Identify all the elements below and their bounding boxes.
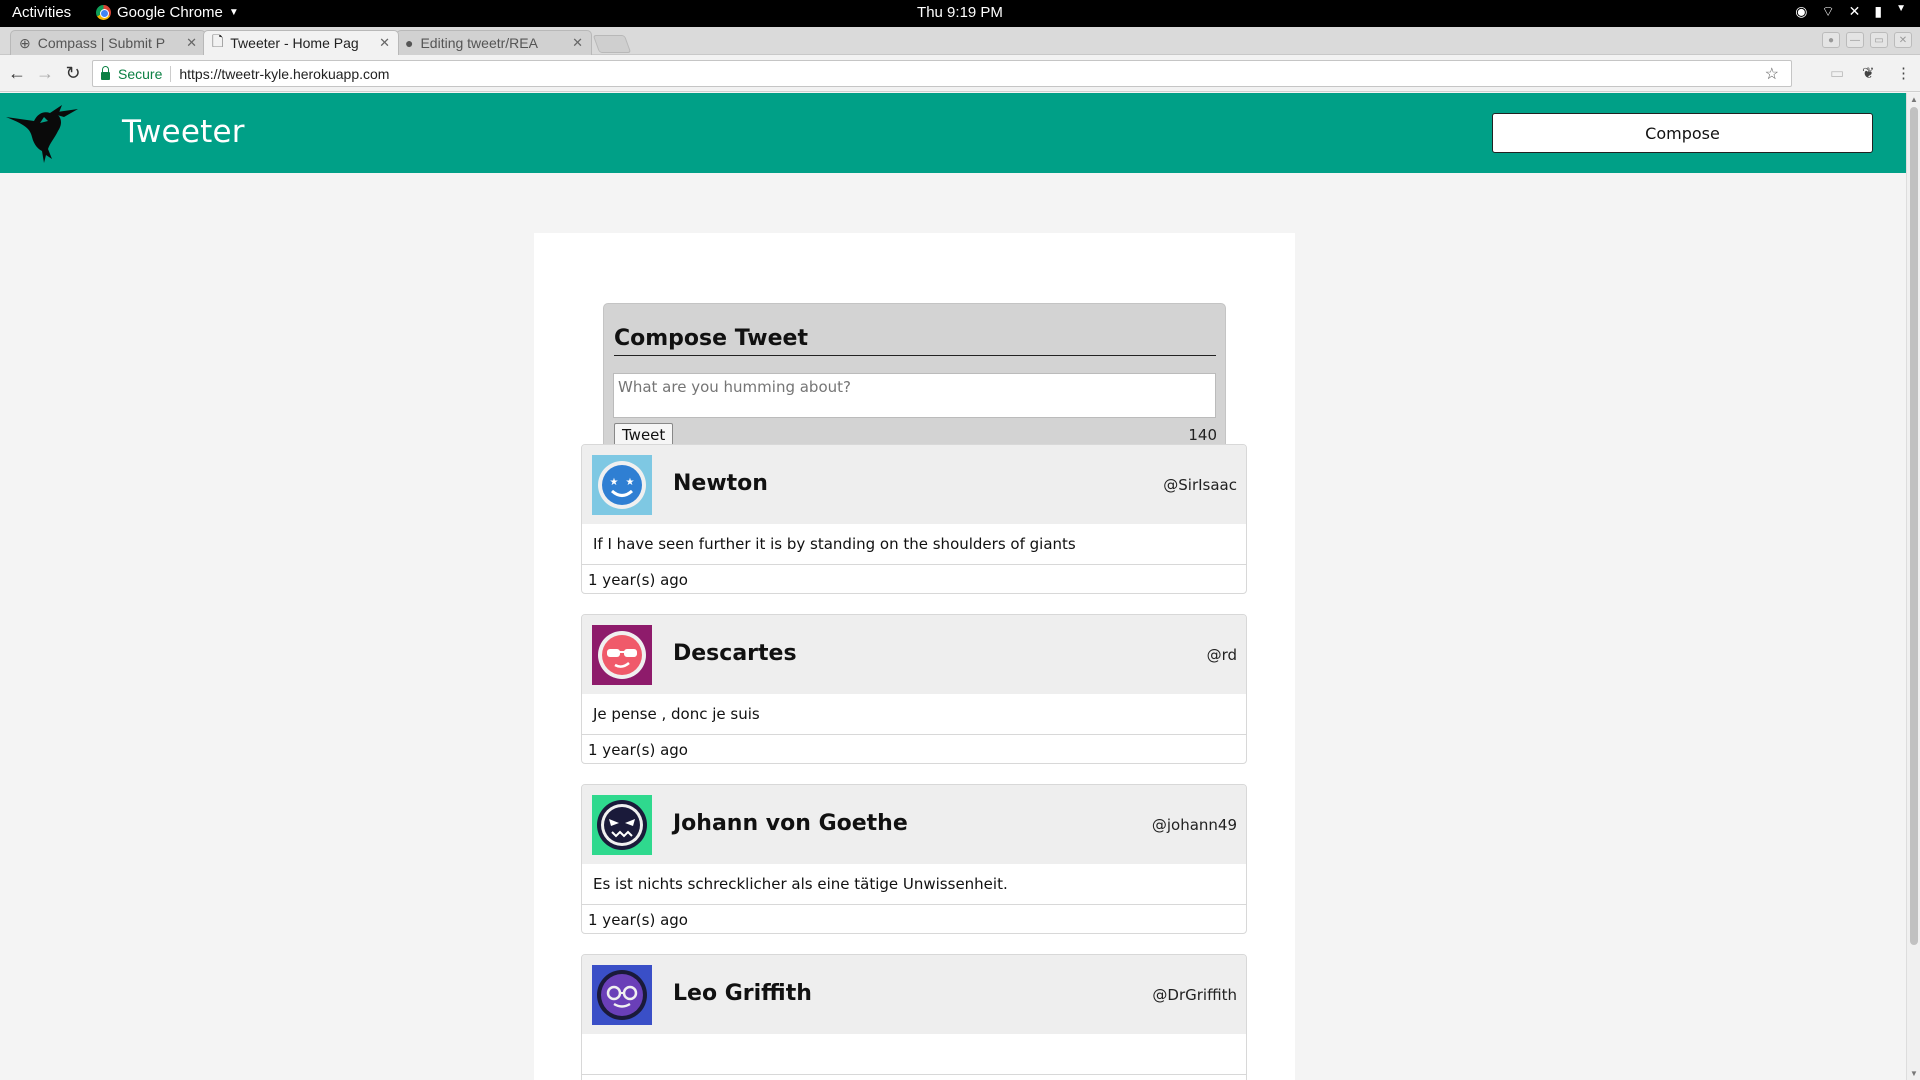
tweet-header: Johann von Goethe @johann49 — [582, 785, 1246, 864]
app-name: Google Chrome — [117, 4, 223, 21]
bookmark-star-icon[interactable]: ☆ — [1765, 64, 1779, 84]
tweet-text: Es ist nichts schrecklicher als eine tät… — [593, 875, 1008, 893]
tweet-timestamp: 1 year(s) ago — [588, 741, 688, 759]
avatar-sunglasses-icon — [592, 625, 652, 685]
tweet-footer — [582, 1074, 1246, 1080]
forward-button[interactable]: → — [34, 63, 56, 84]
tweet-timestamp: 1 year(s) ago — [588, 571, 688, 589]
tweet-timestamp: 1 year(s) ago — [588, 911, 688, 929]
address-bar[interactable]: Secure https://tweetr-kyle.herokuapp.com… — [92, 60, 1792, 87]
record-icon: ◉ — [1795, 3, 1808, 19]
compass-icon: ⊕ — [19, 34, 31, 51]
tweet-header: Descartes @rd — [582, 615, 1246, 694]
browser-toolbar: ← → ↻ Secure https://tweetr-kyle.herokua… — [0, 55, 1920, 92]
hummingbird-logo-icon — [6, 105, 78, 163]
reload-button[interactable]: ↻ — [62, 63, 84, 84]
tweet-header: Leo Griffith @DrGriffith — [582, 955, 1246, 1034]
tweet-author-name: Descartes — [673, 641, 797, 666]
tab-label: Tweeter - Home Pag — [230, 35, 359, 51]
tweet-footer: 1 year(s) ago — [582, 904, 1246, 933]
page-scrollbar[interactable]: ▲ ▼ — [1906, 93, 1920, 1080]
tweet-text: If I have seen further it is by standing… — [593, 535, 1076, 553]
compose-title: Compose Tweet — [614, 326, 1216, 356]
tweet-author-name: Newton — [673, 471, 768, 496]
close-icon[interactable]: ✕ — [186, 35, 197, 51]
svg-text:★: ★ — [626, 477, 635, 488]
compose-tweet-panel: Compose Tweet Tweet 140 — [603, 303, 1226, 459]
tab-strip: ⊕ Compass | Submit P ✕ 🗋 Tweeter - Home … — [0, 27, 1920, 55]
tweet-card: Johann von Goethe @johann49 Es ist nicht… — [581, 784, 1247, 934]
app-menu[interactable]: Google Chrome ▼ — [96, 4, 239, 21]
github-icon: ● — [405, 35, 414, 51]
avatar-glasses-icon — [592, 965, 652, 1025]
brand-title[interactable]: Tweeter — [122, 114, 245, 150]
chevron-down-icon: ▼ — [1896, 3, 1906, 14]
lock-icon — [101, 65, 110, 80]
clock[interactable]: Thu 9:19 PM — [0, 4, 1920, 21]
tab-label: Compass | Submit P — [37, 35, 166, 51]
tweet-author-name: Johann von Goethe — [673, 811, 908, 836]
menu-icon[interactable]: ⋮ — [1896, 64, 1911, 82]
tab-tweeter[interactable]: 🗋 Tweeter - Home Pag ✕ — [203, 30, 399, 55]
page-icon: 🗋 — [212, 33, 224, 49]
tweet-footer: 1 year(s) ago — [582, 734, 1246, 763]
tweet-author-handle: @johann49 — [1151, 816, 1237, 834]
tweet-author-handle: @DrGriffith — [1152, 986, 1237, 1004]
tweet-card: Leo Griffith @DrGriffith — [581, 954, 1247, 1080]
extension-icon[interactable]: ❦ — [1862, 64, 1875, 82]
tweet-author-handle: @SirIsaac — [1163, 476, 1237, 494]
tab-label: Editing tweetr/REA — [420, 35, 538, 51]
minimize-button[interactable]: — — [1846, 32, 1864, 48]
close-window-button[interactable]: ✕ — [1894, 32, 1912, 48]
chrome-icon — [96, 5, 111, 20]
tweet-author-handle: @rd — [1206, 646, 1237, 664]
compose-button[interactable]: Compose — [1492, 113, 1873, 153]
avatar-angry-face-icon — [592, 795, 652, 855]
system-tray[interactable]: ◉ ⌔ ✕ ▮ ▼ — [1795, 3, 1906, 21]
maximize-button[interactable]: ▭ — [1870, 32, 1888, 48]
wifi-icon: ⌔ — [1821, 3, 1835, 19]
back-button[interactable]: ← — [6, 63, 28, 84]
tab-compass[interactable]: ⊕ Compass | Submit P ✕ — [10, 30, 206, 55]
scroll-up-icon[interactable]: ▲ — [1910, 95, 1918, 104]
tweet-text: Je pense , donc je suis — [593, 705, 760, 723]
tweet-card: Descartes @rd Je pense , donc je suis 1 … — [581, 614, 1247, 764]
profile-icon[interactable]: ● — [1822, 32, 1840, 48]
character-counter: 140 — [1188, 426, 1217, 444]
tab-github[interactable]: ● Editing tweetr/REA ✕ — [396, 30, 592, 55]
system-top-bar: Activities Google Chrome ▼ Thu 9:19 PM ◉… — [0, 0, 1920, 27]
divider — [170, 65, 172, 82]
tweet-textarea[interactable] — [613, 373, 1216, 418]
tweet-card: ★ ★ Newton @SirIsaac If I have seen furt… — [581, 444, 1247, 594]
page-viewport: Tweeter Compose Compose Tweet Tweet 140 … — [0, 93, 1906, 1080]
close-icon[interactable]: ✕ — [572, 35, 583, 51]
scrollbar-thumb[interactable] — [1910, 107, 1918, 945]
avatar-star-eyes-icon: ★ ★ — [592, 455, 652, 515]
close-icon[interactable]: ✕ — [379, 35, 390, 51]
battery-icon: ▮ — [1874, 3, 1883, 19]
activities-button[interactable]: Activities — [12, 4, 71, 21]
tweet-footer: 1 year(s) ago — [582, 564, 1246, 593]
extension-icon[interactable]: ▭ — [1830, 64, 1844, 82]
tweet-author-name: Leo Griffith — [673, 981, 812, 1006]
window-controls: ● — ▭ ✕ — [1822, 32, 1912, 48]
scroll-down-icon[interactable]: ▼ — [1910, 1069, 1918, 1078]
chevron-down-icon: ▼ — [228, 7, 239, 18]
url-text[interactable]: https://tweetr-kyle.herokuapp.com — [179, 66, 389, 82]
tweet-header: ★ ★ Newton @SirIsaac — [582, 445, 1246, 524]
main-container: Compose Tweet Tweet 140 ★ ★ Newton @SirI… — [534, 233, 1295, 1080]
new-tab-button[interactable] — [592, 35, 632, 53]
svg-text:★: ★ — [610, 477, 619, 488]
volume-muted-icon: ✕ — [1848, 3, 1861, 19]
site-navbar: Tweeter Compose — [0, 93, 1906, 173]
secure-label: Secure — [118, 65, 163, 82]
